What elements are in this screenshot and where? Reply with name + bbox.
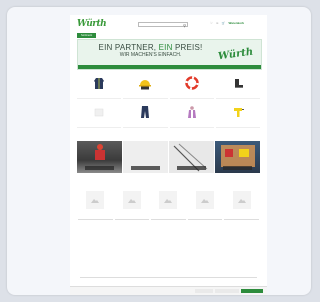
photo-caption	[85, 166, 114, 170]
cookie-text	[73, 289, 188, 294]
cookie-decline-button[interactable]	[215, 289, 239, 293]
promo-photo[interactable]	[215, 141, 260, 173]
footer-divider	[80, 277, 257, 278]
cart-link[interactable]: Warenkorb	[229, 21, 245, 25]
product-image-placeholder	[122, 191, 141, 209]
product-card[interactable]	[151, 189, 186, 229]
main-nav: Sortiment	[77, 33, 106, 38]
search-icon[interactable]: ⚲	[183, 23, 186, 28]
screenshot-card: Würth ⚲ ♡ ☺ 🛒 Warenkorb Sortiment EIN PA…	[7, 7, 311, 295]
footer: ​ ​ ​ ​ ​ ​	[80, 243, 260, 252]
category-tile[interactable]	[123, 73, 168, 99]
product-price	[151, 219, 186, 221]
header-actions: ♡ ☺ 🛒 Warenkorb	[210, 21, 244, 25]
product-card[interactable]	[114, 189, 150, 229]
footer-link[interactable]: ​	[212, 249, 260, 251]
product-price	[114, 219, 150, 221]
webpage: Würth ⚲ ♡ ☺ 🛒 Warenkorb Sortiment EIN PA…	[70, 15, 267, 295]
cookie-accept-button[interactable]	[241, 289, 263, 293]
product-price	[224, 219, 259, 221]
product-image-placeholder	[159, 191, 178, 209]
product-row	[78, 189, 259, 229]
cart-icon[interactable]: 🛒	[222, 21, 226, 25]
trousers-icon	[141, 106, 150, 118]
jacket-icon	[94, 78, 105, 89]
promo-photo[interactable]	[77, 141, 122, 173]
search-input[interactable]: ⚲	[138, 22, 188, 28]
product-card[interactable]	[224, 189, 259, 229]
nav-item-sortiment[interactable]: Sortiment	[77, 33, 97, 38]
lifebuoy-icon	[184, 76, 199, 90]
category-tile[interactable]	[169, 102, 214, 128]
category-tile[interactable]	[169, 73, 214, 99]
box-icon	[94, 108, 104, 117]
footer-link[interactable]: ​	[212, 245, 260, 247]
user-icon[interactable]: ☺	[216, 21, 219, 25]
cookie-settings-button[interactable]	[195, 289, 213, 293]
protective-suit-icon	[187, 106, 196, 118]
banner-subheadline: WIR MACHEN'S EINFACH.	[119, 52, 182, 58]
promo-photo-row	[77, 141, 260, 173]
product-card[interactable]	[78, 189, 113, 229]
category-tile[interactable]	[123, 102, 168, 128]
promo-banner[interactable]: EIN PARTNER, EIN PREIS! WIR MACHEN'S EIN…	[77, 39, 262, 70]
footer-link[interactable]: ​	[80, 245, 128, 247]
category-tile[interactable]	[215, 73, 260, 99]
banner-headline: EIN PARTNER, EIN PREIS!	[98, 43, 203, 52]
footer-link[interactable]: ​	[80, 249, 128, 251]
photo-caption	[131, 166, 160, 170]
category-tile[interactable]	[77, 102, 122, 128]
footer-link[interactable]: ​	[146, 249, 194, 251]
drill-icon	[233, 108, 244, 117]
product-price	[187, 219, 223, 221]
footer-column: ​ ​	[146, 243, 194, 252]
category-tile[interactable]	[215, 102, 260, 128]
boot-icon	[234, 79, 243, 88]
banner-info-strip	[78, 65, 261, 69]
category-tile[interactable]	[77, 73, 122, 99]
category-grid	[77, 73, 260, 131]
promo-photo[interactable]	[169, 141, 214, 173]
product-image-placeholder	[196, 191, 215, 209]
footer-link[interactable]: ​	[146, 245, 194, 247]
product-card[interactable]	[187, 189, 223, 229]
promo-photo[interactable]	[123, 141, 168, 173]
photo-caption	[177, 166, 206, 170]
product-image-placeholder	[232, 191, 251, 209]
product-price	[78, 219, 113, 221]
footer-column: ​ ​	[80, 243, 128, 252]
footer-column: ​ ​	[212, 243, 260, 252]
logo[interactable]: Würth	[77, 19, 107, 29]
cookie-banner	[70, 286, 267, 295]
heart-icon[interactable]: ♡	[210, 21, 213, 25]
photo-caption	[223, 166, 252, 170]
product-image-placeholder	[86, 191, 105, 209]
helmet-icon	[139, 80, 152, 90]
